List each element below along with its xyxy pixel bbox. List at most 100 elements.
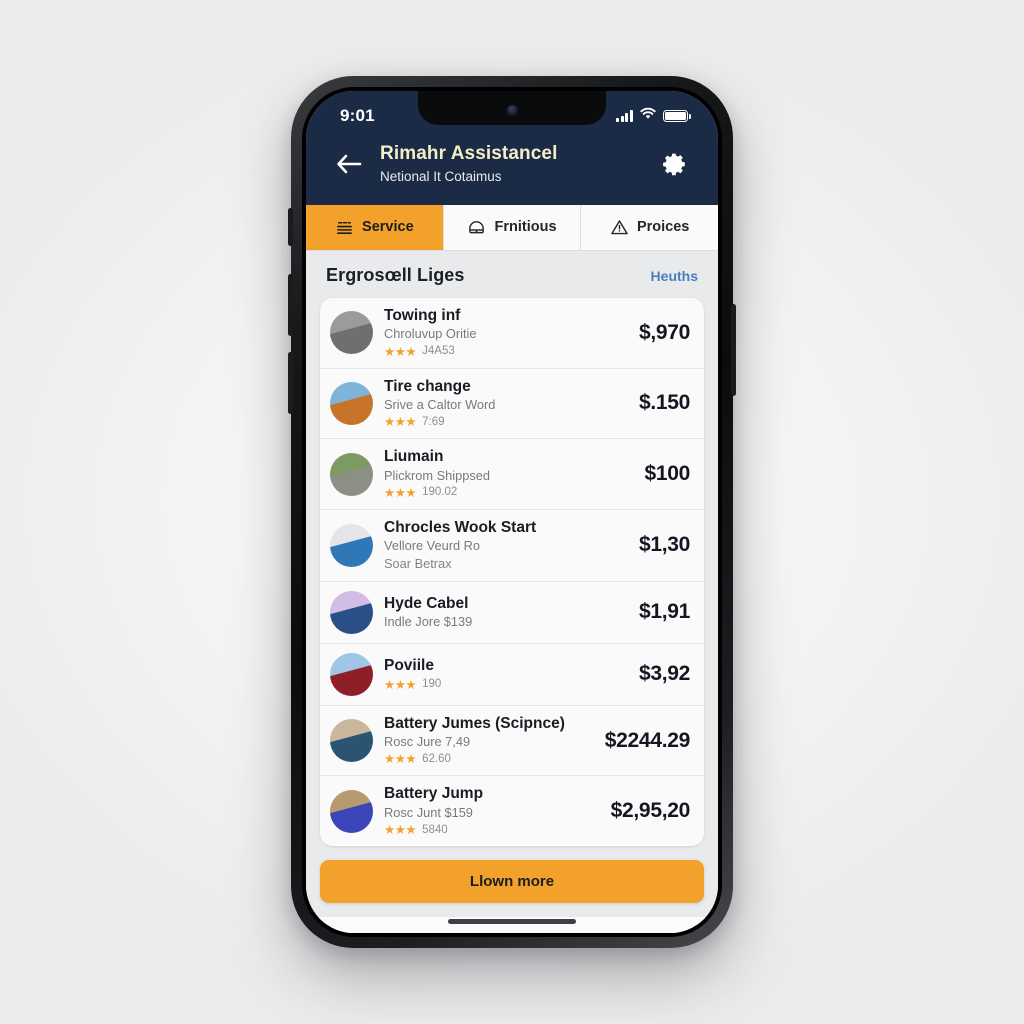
- service-price: $2244.29: [604, 728, 691, 752]
- service-row-text: Chrocles Wook Start Vellore Veurd Ro Soar …: [384, 519, 622, 572]
- rating-count: J4A53: [422, 345, 455, 358]
- back-button[interactable]: [332, 147, 366, 181]
- service-row[interactable]: Battery Jump Rosc Junt $159 ★★★ 5840 $2,95,2…: [320, 776, 704, 846]
- list-header: Ergrosœll Liges Heuths: [320, 251, 704, 298]
- learn-more-button[interactable]: Llown more: [320, 860, 704, 904]
- notch: [418, 91, 606, 125]
- red-car-photo: [330, 652, 373, 696]
- tab-proices[interactable]: Proices: [581, 205, 718, 250]
- service-rating: ★★★ 5840: [384, 822, 594, 837]
- rating-count: 7:69: [422, 415, 445, 428]
- service-rating: ★★★ J4A53: [384, 344, 622, 359]
- app-header: Rimahr Assistancel Netional It Cotaimus: [306, 135, 718, 205]
- service-subtitle-secondary: Soar Betrax: [384, 556, 452, 572]
- service-list-card: Towing inf Chroluvup Oritie ★★★ J4A53 $,970 T…: [320, 297, 704, 847]
- service-row[interactable]: Tire change Srive a Caltor Word ★★★ 7:69 $.1…: [320, 369, 704, 440]
- star-rating-icon: ★★★: [384, 485, 417, 500]
- service-row[interactable]: Battery Jumes (Scipnce) Rosc Jure 7,49 ★★★…: [320, 706, 704, 777]
- service-row-text: Liumain Plickrom Shippsed ★★★ 190.02: [384, 448, 627, 500]
- service-name: Hyde Cabel: [384, 595, 469, 613]
- volume-down-button[interactable]: [288, 352, 293, 414]
- blue-device-photo: [330, 523, 373, 567]
- service-price: $2,95,20: [610, 799, 691, 823]
- warning-triangle-icon: [610, 218, 629, 237]
- home-indicator[interactable]: [448, 919, 576, 924]
- service-price: $1,30: [638, 533, 690, 557]
- service-price: $100: [644, 462, 690, 486]
- star-rating-icon: ★★★: [384, 752, 417, 767]
- rating-count: 62.60: [422, 752, 451, 765]
- service-subtitle: Rosc Junt $159: [384, 804, 473, 820]
- service-row-text: Battery Jump Rosc Junt $159 ★★★ 5840: [384, 785, 594, 837]
- thumbnail-photo: [330, 653, 373, 696]
- service-price: $3,92: [638, 662, 690, 686]
- helicopter-photo: [330, 719, 373, 763]
- phone-screen: 9:01 Rimahr Assistancel Netional It Cota…: [306, 91, 718, 933]
- service-row[interactable]: Hyde Cabel Indle Jore $139 $1,91: [320, 582, 704, 644]
- orange-truck-photo: [330, 381, 373, 425]
- tow-truck-photo: [330, 311, 373, 355]
- helmet-icon: [467, 218, 486, 237]
- wifi-icon: [640, 107, 656, 125]
- star-rating-icon: ★★★: [384, 823, 417, 838]
- service-subtitle: Indle Jore $139: [384, 614, 473, 630]
- service-row[interactable]: Towing inf Chroluvup Oritie ★★★ J4A53 $,970: [320, 298, 704, 369]
- service-row[interactable]: Liumain Plickrom Shippsed ★★★ 190.02 $100: [320, 439, 704, 510]
- thumbnail-photo: [330, 382, 373, 425]
- status-icons: [616, 107, 691, 125]
- phone-bezel: 9:01 Rimahr Assistancel Netional It Cota…: [302, 87, 722, 937]
- service-name: Battery Jumes (Scipnce): [384, 714, 565, 732]
- roadside-photo: [330, 452, 373, 496]
- header-text-block: Rimahr Assistancel Netional It Cotaimus: [380, 143, 644, 185]
- service-row[interactable]: Chrocles Wook Start Vellore Veurd Ro Soar …: [320, 510, 704, 582]
- gear-icon: [663, 153, 685, 176]
- tab-proices-label: Proices: [636, 219, 690, 236]
- page-title: Rimahr Assistancel: [380, 143, 558, 164]
- service-name: Towing inf: [384, 306, 461, 324]
- blue-car-photo: [330, 590, 373, 634]
- service-price: $,970: [638, 320, 690, 344]
- service-row-text: Tire change Srive a Caltor Word ★★★ 7:69: [384, 378, 622, 430]
- list-action-link[interactable]: Heuths: [651, 268, 698, 284]
- thumbnail-photo: [330, 524, 373, 567]
- silent-switch-button[interactable]: [288, 208, 293, 246]
- service-rating: ★★★ 7:69: [384, 414, 622, 429]
- tab-bar: Service Frnitious Proices: [306, 204, 718, 251]
- service-subtitle: Plickrom Shippsed: [384, 467, 490, 483]
- battery-photo: [330, 789, 373, 833]
- service-name: Tire change: [384, 377, 471, 395]
- thumbnail-photo: [330, 591, 373, 634]
- service-name: Liumain: [384, 448, 444, 466]
- service-subtitle: Srive a Caltor Word: [384, 396, 496, 412]
- tab-frnitious[interactable]: Frnitious: [444, 204, 582, 250]
- settings-button[interactable]: [658, 147, 692, 181]
- page-backdrop: 9:01 Rimahr Assistancel Netional It Cota…: [0, 0, 1024, 1024]
- service-rating: ★★★ 62.60: [384, 751, 588, 766]
- volume-up-button[interactable]: [288, 274, 293, 336]
- cellular-bars-icon: [616, 110, 633, 122]
- service-name: Poviile: [384, 656, 434, 674]
- service-row-text: Battery Jumes (Scipnce) Rosc Jure 7,49 ★★★…: [384, 715, 588, 767]
- service-row-text: Poviile ★★★ 190: [384, 657, 622, 692]
- service-subtitle: Chroluvup Oritie: [384, 326, 477, 342]
- battery-full-icon: [663, 110, 691, 122]
- service-name: Chrocles Wook Start: [384, 518, 537, 536]
- thumbnail-photo: [330, 719, 373, 762]
- star-rating-icon: ★★★: [384, 344, 417, 359]
- service-row-text: Towing inf Chroluvup Oritie ★★★ J4A53: [384, 307, 622, 359]
- service-list-icon: [335, 218, 354, 237]
- rating-count: 5840: [422, 823, 448, 836]
- service-rating: ★★★ 190.02: [384, 485, 627, 500]
- tab-service[interactable]: Service: [306, 204, 444, 250]
- service-price: $1,91: [638, 600, 690, 624]
- content-area: Ergrosœll Liges Heuths Towing inf Chroluv…: [306, 250, 718, 933]
- star-rating-icon: ★★★: [384, 677, 417, 692]
- status-clock: 9:01: [340, 106, 375, 125]
- star-rating-icon: ★★★: [384, 415, 417, 430]
- service-row[interactable]: Poviile ★★★ 190 $3,92: [320, 644, 704, 706]
- front-camera-icon: [506, 104, 518, 116]
- tab-frnitious-label: Frnitious: [494, 219, 557, 236]
- power-button[interactable]: [731, 304, 736, 396]
- service-row-text: Hyde Cabel Indle Jore $139: [384, 595, 622, 630]
- service-name: Battery Jump: [384, 785, 484, 803]
